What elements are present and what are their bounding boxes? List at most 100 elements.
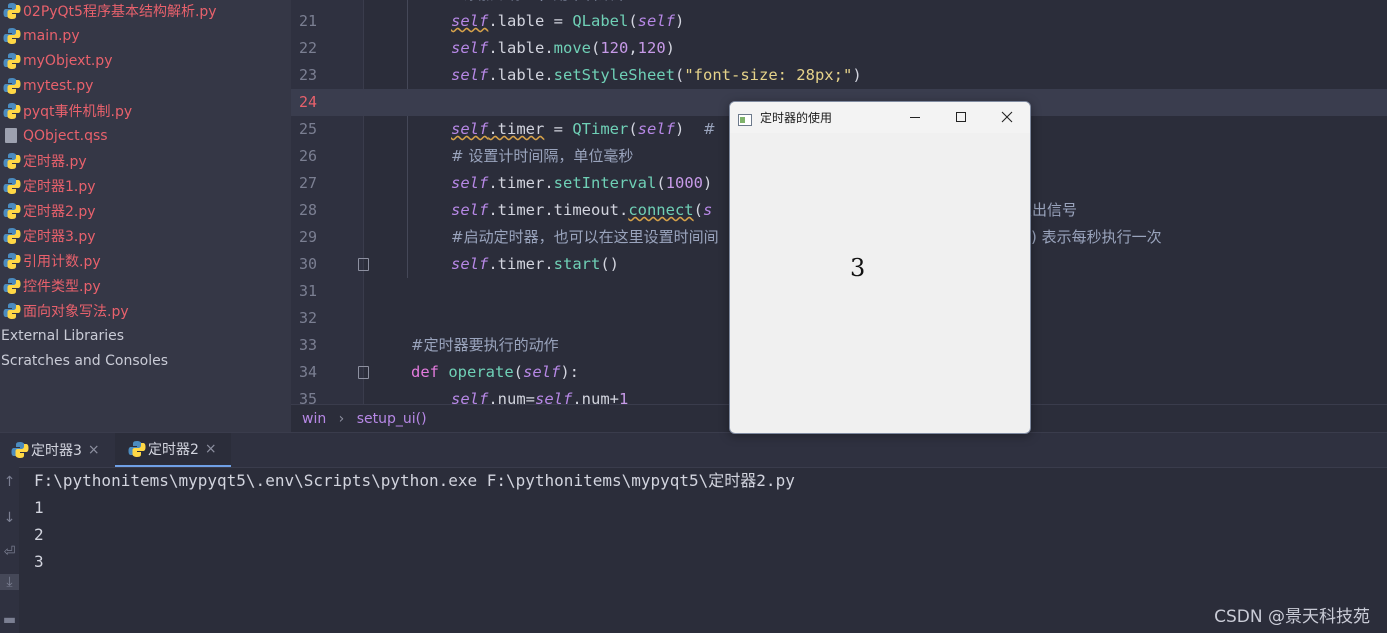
python-file-icon	[3, 27, 21, 45]
close-button[interactable]	[984, 102, 1030, 133]
print-icon[interactable]: ▬	[0, 612, 19, 628]
python-file-icon	[3, 202, 21, 220]
tree-item-file[interactable]: mytest.py	[0, 73, 217, 98]
run-toolbar: ↑ ↓ ⏎ ⤓ ▬	[0, 466, 19, 633]
python-file-icon	[3, 77, 21, 95]
fold-marker-icon[interactable]	[358, 258, 369, 271]
tree-item-label: 定时器3.py	[23, 228, 96, 245]
line-number: 21	[298, 12, 317, 30]
maximize-icon	[956, 112, 966, 122]
up-arrow-icon[interactable]: ↑	[0, 474, 19, 490]
tree-item-file[interactable]: 定时器2.py	[0, 198, 217, 223]
tree-item-label: 引用计数.py	[23, 253, 101, 270]
line-number: 23	[298, 66, 317, 84]
code-text: self.num=self.num+1	[451, 390, 629, 404]
line-number: 28	[298, 201, 317, 219]
line-number: 27	[298, 174, 317, 192]
maximize-button[interactable]	[938, 102, 984, 133]
line-number: 25	[298, 120, 317, 138]
tree-item-file[interactable]: myObjext.py	[0, 48, 217, 73]
tree-item-file[interactable]: 面向对象写法.py	[0, 298, 217, 323]
python-file-icon	[3, 227, 21, 245]
code-text: def operate(self):	[411, 363, 580, 381]
run-tab-bar: 定时器3 × 定时器2 ×	[0, 432, 1387, 468]
console-output[interactable]: F:\pythonitems\mypyqt5\.env\Scripts\pyth…	[34, 470, 795, 578]
code-line[interactable]: 23 self.lable.setStyleSheet("font-size: …	[291, 62, 1387, 89]
down-arrow-icon[interactable]: ↓	[0, 510, 19, 526]
tab-label: 定时器2	[148, 442, 199, 458]
python-file-icon	[3, 252, 21, 270]
code-text: self.lable.move(120,120)	[451, 39, 676, 57]
tree-item-label: 面向对象写法.py	[23, 303, 129, 320]
close-icon	[1001, 111, 1013, 123]
soft-wrap-icon[interactable]: ⏎	[0, 544, 19, 560]
watermark: CSDN @景天科技苑	[1214, 607, 1370, 627]
tree-item-external-libraries[interactable]: External Libraries	[0, 323, 217, 348]
python-file-icon	[3, 177, 21, 195]
code-text: self.timer.setInterval(1000)	[451, 174, 713, 192]
python-file-icon	[3, 302, 21, 320]
close-icon[interactable]: ×	[88, 442, 100, 458]
code-text: self.timer.start()	[451, 255, 619, 273]
breadcrumb-separator: ›	[338, 411, 345, 427]
close-icon[interactable]: ×	[205, 441, 217, 457]
line-number: 30	[298, 255, 317, 273]
tree-item-file[interactable]: QObject.qss	[0, 123, 217, 148]
line-number: 24	[298, 93, 317, 111]
python-file-icon	[11, 441, 29, 459]
code-line[interactable]: 22 self.lable.move(120,120)	[291, 35, 1387, 62]
line-number: 35	[298, 390, 317, 404]
tree-item-file[interactable]: 引用计数.py	[0, 248, 217, 273]
code-comment: #定时器要执行的动作	[411, 336, 559, 354]
code-text: self.lable = QLabel(self)	[451, 12, 685, 30]
tree-item-label: 控件类型.py	[23, 278, 101, 295]
console-line: 2	[34, 525, 44, 544]
tab-run-timer3[interactable]: 定时器3 ×	[8, 433, 112, 467]
code-line[interactable]: 20 #添加个标签，用来看效果	[291, 0, 1387, 8]
minimize-icon	[910, 117, 920, 118]
code-comment: #添加个标签，用来看效果	[451, 0, 629, 8]
code-line[interactable]: 21 self.lable = QLabel(self)	[291, 8, 1387, 35]
tree-item-scratches[interactable]: Scratches and Consoles	[0, 348, 217, 373]
code-comment: #启动定时器，也可以在这里设置时间间	[451, 228, 719, 246]
timer-count-label: 3	[850, 254, 866, 282]
code-text: self.timer.timeout.connect(s	[451, 201, 713, 219]
breadcrumb-item-setup-ui[interactable]: setup_ui()	[357, 411, 427, 427]
tree-item-file[interactable]: 02PyQt5程序基本结构解析.py	[0, 0, 217, 23]
code-text: self.timer = QTimer(self) #	[451, 120, 716, 138]
window-titlebar[interactable]: 定时器的使用	[730, 102, 1030, 133]
line-number: 34	[298, 363, 317, 381]
console-line: F:\pythonitems\mypyqt5\.env\Scripts\pyth…	[34, 471, 795, 490]
python-file-icon	[3, 277, 21, 295]
tab-run-timer2[interactable]: 定时器2 ×	[115, 433, 231, 467]
window-title: 定时器的使用	[760, 111, 833, 125]
console-line: 1	[34, 498, 44, 517]
line-number: 29	[298, 228, 317, 246]
minimize-button[interactable]	[892, 102, 938, 133]
line-number: 26	[298, 147, 317, 165]
tree-item-file[interactable]: 定时器1.py	[0, 173, 217, 198]
line-number: 22	[298, 39, 317, 57]
tree-item-label: 定时器2.py	[23, 203, 96, 220]
breadcrumb-item-win[interactable]: win	[302, 411, 326, 427]
python-file-icon	[3, 102, 21, 120]
project-tree: 02PyQt5程序基本结构解析.py main.py myObjext.py m…	[0, 0, 291, 432]
tree-item-file[interactable]: 定时器.py	[0, 148, 217, 173]
tree-item-file[interactable]: 控件类型.py	[0, 273, 217, 298]
tree-item-label: pyqt事件机制.py	[23, 103, 133, 120]
tree-item-label: QObject.qss	[23, 127, 108, 144]
tree-item-file[interactable]: pyqt事件机制.py	[0, 98, 217, 123]
code-comment-overflow: ) 表示每秒执行一次	[1031, 228, 1162, 246]
tab-label: 定时器3	[31, 443, 82, 459]
qt-timer-window[interactable]: 定时器的使用 3	[729, 101, 1031, 434]
line-number: 32	[298, 309, 317, 327]
tree-item-file[interactable]: 定时器3.py	[0, 223, 217, 248]
fold-marker-icon[interactable]	[358, 366, 369, 379]
app-window-icon	[738, 111, 752, 130]
tree-item-file[interactable]: main.py	[0, 23, 217, 48]
code-comment: # 设置计时间隔，单位毫秒	[451, 147, 634, 165]
tree-item-label: Scratches and Consoles	[1, 352, 168, 369]
scroll-to-end-icon[interactable]: ⤓	[0, 574, 19, 590]
console-line: 3	[34, 552, 44, 571]
python-file-icon	[3, 52, 21, 70]
